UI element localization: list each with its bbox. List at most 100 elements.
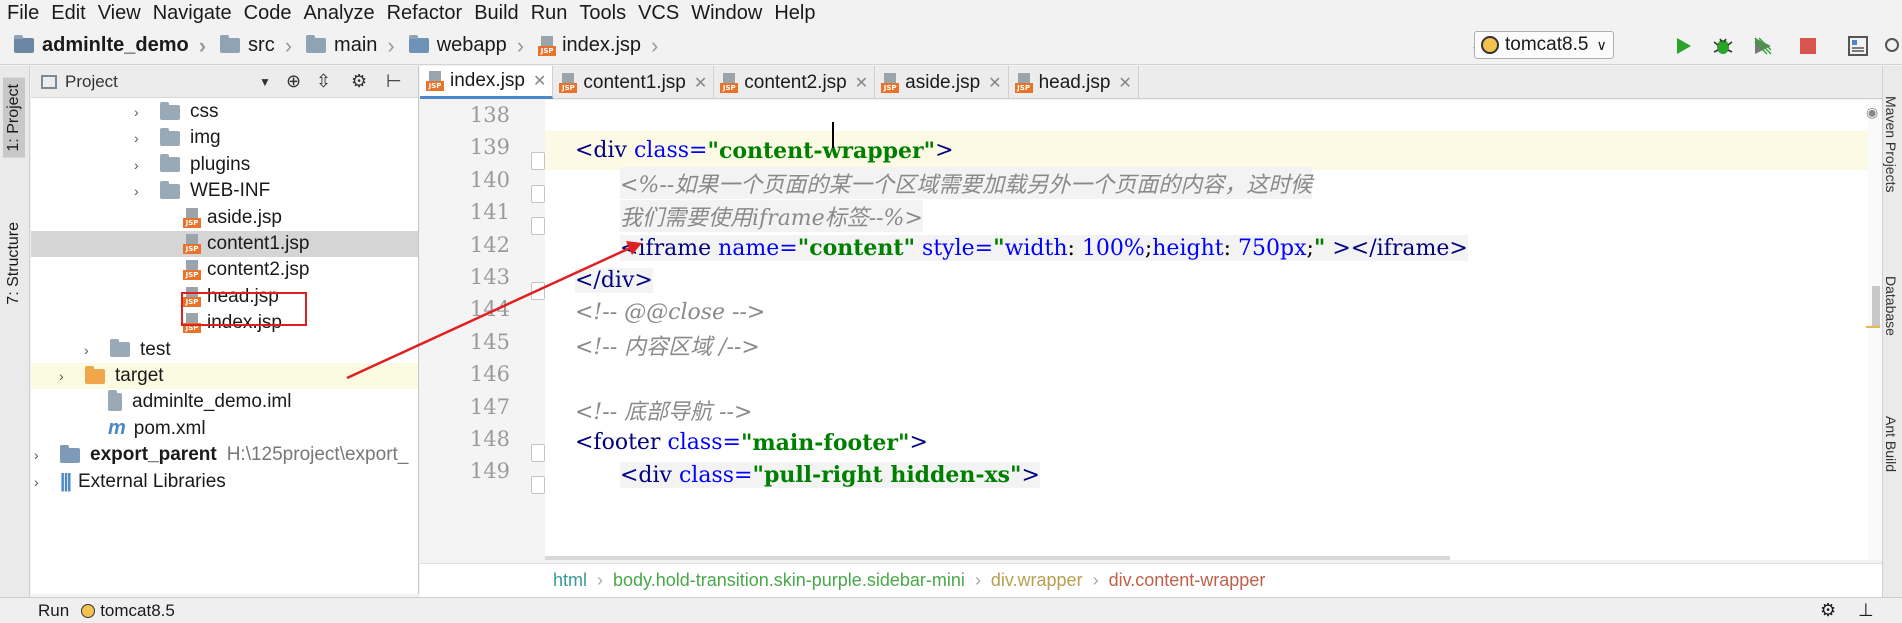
close-icon[interactable]: ✕ xyxy=(694,73,707,93)
locate-icon[interactable]: ⊕ xyxy=(286,71,301,92)
tab-maven-projects[interactable]: Maven Projects xyxy=(1883,96,1899,192)
tree-item-pom-xml[interactable]: m pom.xml xyxy=(31,416,418,442)
menu-item-edit[interactable]: Edit xyxy=(48,2,94,25)
breadcrumb-index-jsp[interactable]: index.jsp› xyxy=(538,33,658,59)
close-icon[interactable]: ✕ xyxy=(1118,73,1131,93)
tree-item-test[interactable]: › test xyxy=(31,337,418,363)
stop-icon[interactable] xyxy=(1795,33,1821,59)
folder-icon xyxy=(160,101,180,120)
gear-icon[interactable]: ⚙ xyxy=(1820,600,1836,621)
search-icon[interactable] xyxy=(1880,33,1902,59)
chevron-right-icon[interactable]: › xyxy=(59,368,71,384)
close-icon[interactable]: ✕ xyxy=(988,73,1001,93)
chevron-right-icon[interactable]: › xyxy=(84,342,96,358)
menu-item-file[interactable]: File xyxy=(4,2,48,25)
tab-content2-jsp[interactable]: content2.jsp ✕ xyxy=(714,66,876,99)
debug-icon[interactable] xyxy=(1710,33,1736,59)
folder-icon xyxy=(160,180,180,199)
tree-item-target[interactable]: › target xyxy=(31,363,418,389)
hide-icon[interactable]: ⊢ xyxy=(386,71,402,92)
crumb-div-wrapper[interactable]: div.wrapper xyxy=(991,570,1083,591)
run-icon[interactable] xyxy=(1670,33,1696,59)
run-tool-label[interactable]: Run xyxy=(38,601,69,621)
breadcrumb-main[interactable]: main › xyxy=(306,33,395,59)
tab-head-jsp[interactable]: head.jsp ✕ xyxy=(1009,66,1139,99)
chevron-right-icon[interactable]: › xyxy=(34,447,46,463)
close-icon[interactable]: ✕ xyxy=(533,71,546,91)
tab-structure-tool[interactable]: 7: Structure xyxy=(3,216,25,311)
tab-aside-jsp[interactable]: aside.jsp ✕ xyxy=(875,66,1009,99)
chevron-down-icon[interactable]: ▼ xyxy=(259,75,271,89)
tree-item-content1-jsp[interactable]: content1.jsp xyxy=(31,231,418,257)
chevron-right-icon[interactable]: › xyxy=(134,157,146,173)
line-number: 145 xyxy=(469,329,510,354)
menu-item-window[interactable]: Window xyxy=(688,2,771,25)
inspection-eye-icon[interactable]: ◉ xyxy=(1866,104,1878,121)
menu-item-analyze[interactable]: Analyze xyxy=(300,2,383,25)
tree-item-img[interactable]: › img xyxy=(31,125,418,151)
tree-item-label: target xyxy=(115,365,164,386)
fold-marker-icon[interactable] xyxy=(531,217,545,236)
fold-marker-icon[interactable] xyxy=(531,282,545,300)
chevron-right-icon[interactable]: › xyxy=(134,104,146,120)
tree-item-export-parent[interactable]: › export_parent H:\125project\export_ xyxy=(31,442,418,468)
fold-marker-icon[interactable] xyxy=(531,152,545,171)
tree-item-external-libraries[interactable]: › ||| External Libraries xyxy=(31,469,418,495)
project-structure-icon[interactable] xyxy=(1845,33,1871,59)
collapse-icon[interactable]: ⇳ xyxy=(316,71,331,92)
tree-item-adminlte-demo-iml[interactable]: adminlte_demo.iml xyxy=(31,389,418,415)
menu-item-code[interactable]: Code xyxy=(241,2,301,25)
fold-marker-icon[interactable] xyxy=(531,184,545,203)
fold-marker-icon[interactable] xyxy=(531,444,545,462)
chevron-right-icon[interactable]: › xyxy=(134,130,146,146)
libraries-icon: ||| xyxy=(60,470,72,492)
scroll-thumb[interactable] xyxy=(1872,286,1880,326)
tree-item-css[interactable]: › css xyxy=(31,99,418,125)
tab-content1-jsp[interactable]: content1.jsp ✕ xyxy=(553,66,715,99)
crumb-body[interactable]: body.hold-transition.skin-purple.sidebar… xyxy=(613,570,965,591)
menu-item-run[interactable]: Run xyxy=(528,2,577,25)
fold-marker-icon[interactable] xyxy=(531,476,545,495)
crumb-div-content-wrapper[interactable]: div.content-wrapper xyxy=(1109,570,1266,591)
line-number: 138 xyxy=(469,103,510,127)
editor-scrollbar[interactable] xyxy=(545,556,1450,560)
crumb-html[interactable]: html xyxy=(553,570,587,591)
menu-item-build[interactable]: Build xyxy=(471,2,527,25)
run-config-label[interactable]: tomcat8.5 xyxy=(100,601,175,621)
tree-item-plugins[interactable]: › plugins xyxy=(31,152,418,178)
tab-ant-build[interactable]: Ant Build xyxy=(1883,416,1899,472)
breadcrumb-project[interactable]: adminlte_demo › xyxy=(14,33,206,59)
menu-item-help[interactable]: Help xyxy=(771,2,824,25)
minimize-icon[interactable]: ⊥ xyxy=(1858,600,1874,621)
tree-item-web-inf[interactable]: › WEB-INF xyxy=(31,178,418,204)
breadcrumb-webapp[interactable]: webapp › xyxy=(408,33,524,59)
breadcrumb-src[interactable]: src › xyxy=(220,33,292,59)
jsp-file-icon xyxy=(183,234,201,254)
gear-icon[interactable]: ⚙ xyxy=(351,71,367,92)
menu-item-vcs[interactable]: VCS xyxy=(635,2,688,25)
menu-item-tools[interactable]: Tools xyxy=(576,2,635,25)
line-number: 144 xyxy=(469,297,510,322)
chevron-right-icon[interactable]: › xyxy=(134,183,146,199)
coverage-icon[interactable] xyxy=(1750,33,1776,59)
line-number: 142 xyxy=(469,232,510,257)
project-view-selector[interactable]: Project xyxy=(65,72,118,92)
tree-item-content2-jsp[interactable]: content2.jsp xyxy=(31,257,418,283)
tab-project-tool[interactable]: 1: Project xyxy=(3,78,25,158)
tab-database[interactable]: Database xyxy=(1883,276,1899,336)
code-editor[interactable]: 138 139 140 141 142 143 144 145 146 147 148 149 <di… xyxy=(420,100,1882,560)
tab-label: aside.jsp xyxy=(905,71,981,93)
close-icon[interactable]: ✕ xyxy=(855,73,868,93)
menu-item-refactor[interactable]: Refactor xyxy=(384,2,472,25)
menu-item-navigate[interactable]: Navigate xyxy=(150,2,241,25)
tree-item-aside-jsp[interactable]: aside.jsp xyxy=(31,205,418,231)
project-icon xyxy=(60,444,80,463)
maven-icon: m xyxy=(108,417,126,440)
folder-icon xyxy=(85,365,105,384)
editor-gutter: 138 139 140 141 142 143 144 145 146 147 148 149 xyxy=(420,100,545,560)
run-configuration-select[interactable]: tomcat8.5 ∨ xyxy=(1474,31,1614,59)
chevron-right-icon[interactable]: › xyxy=(34,474,46,490)
tab-index-jsp[interactable]: index.jsp ✕ xyxy=(420,66,554,99)
menu-item-view[interactable]: View xyxy=(95,2,150,25)
line-number: 149 xyxy=(469,459,510,484)
